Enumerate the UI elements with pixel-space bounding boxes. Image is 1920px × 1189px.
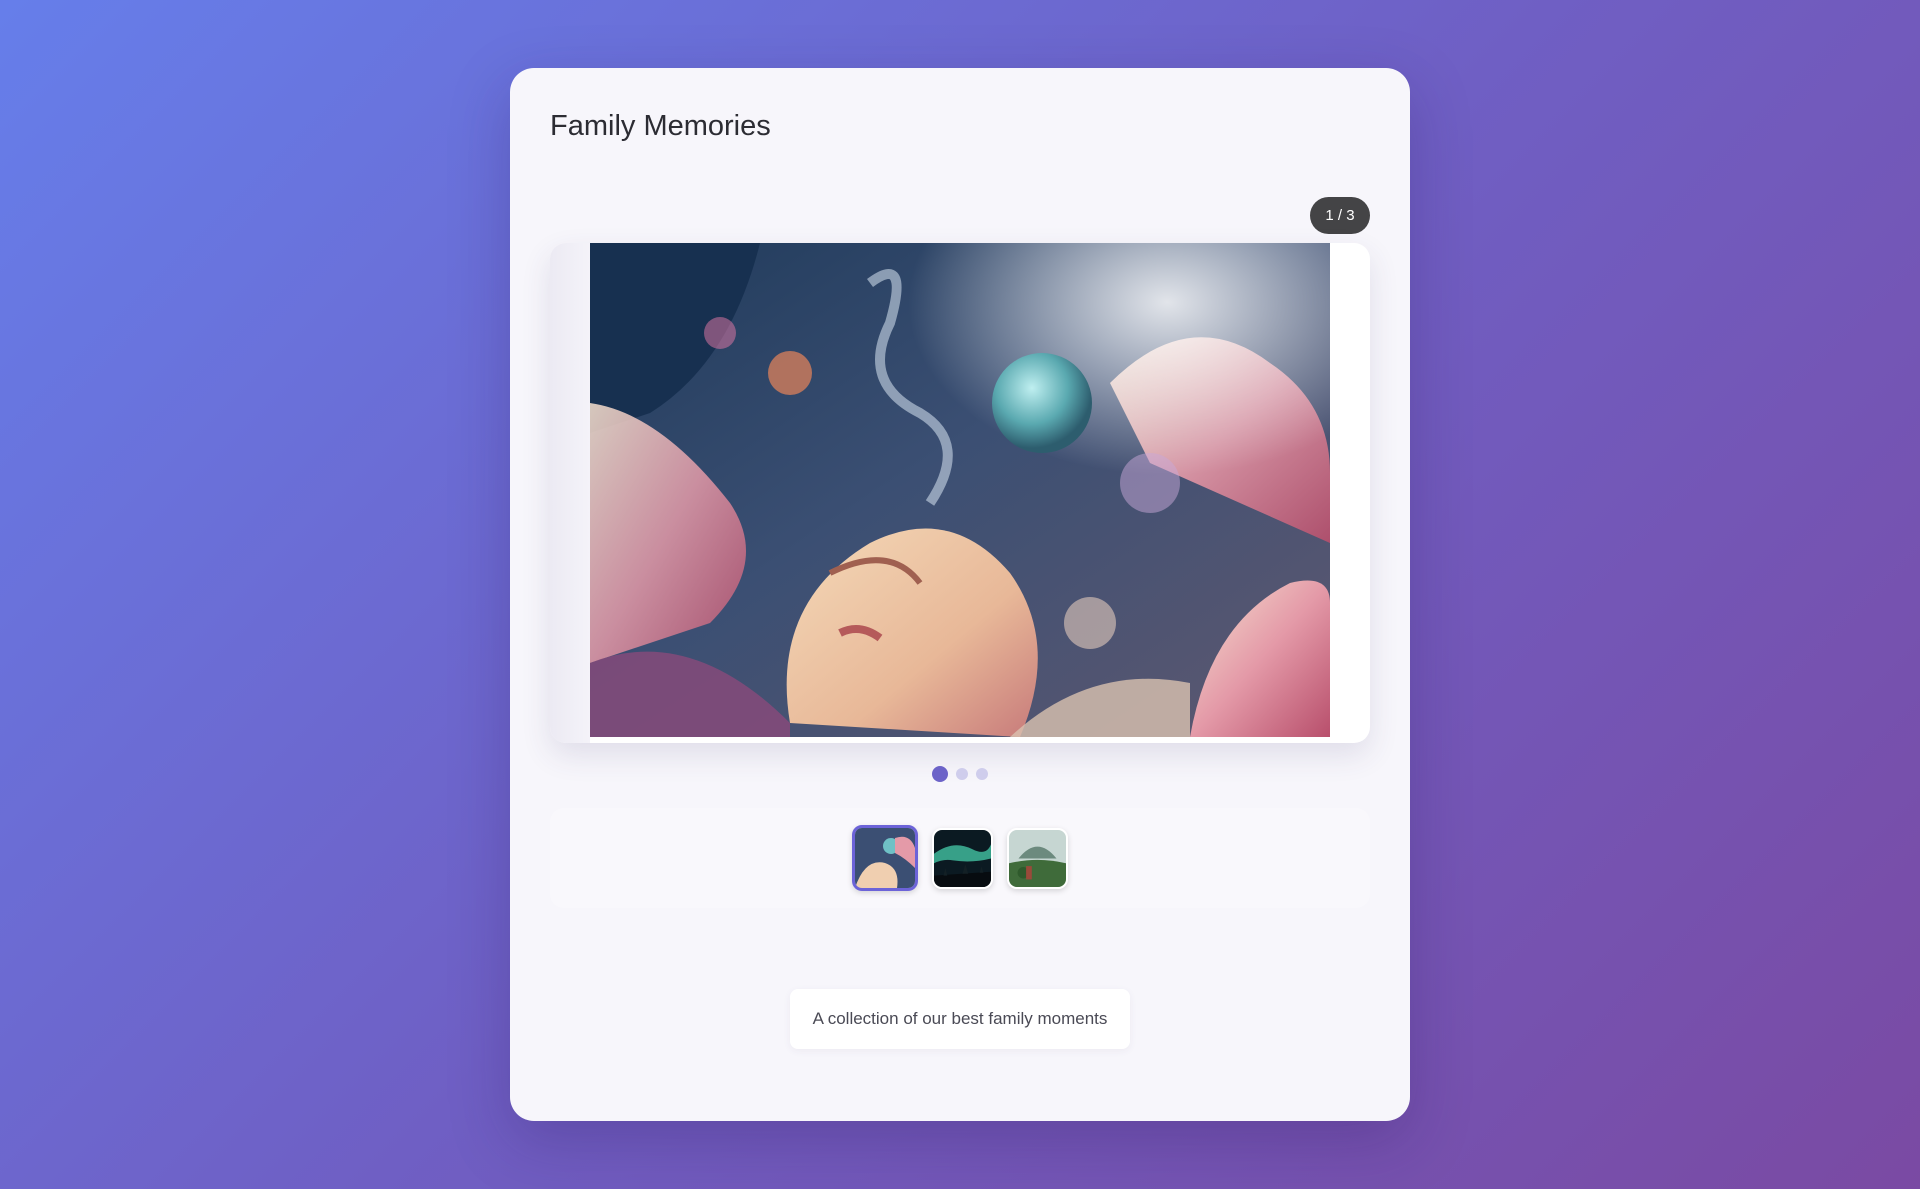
thumbnail-2-image [934, 829, 991, 887]
thumbnail-strip [550, 808, 1370, 908]
viewer-edge [550, 243, 590, 743]
thumbnail-3[interactable] [1007, 827, 1068, 889]
image-viewer[interactable] [550, 243, 1370, 743]
main-image-artwork [590, 243, 1330, 737]
thumbnail-1[interactable] [852, 825, 918, 891]
gallery-card: Family Memories 1 / 3 A collection of ou… [510, 68, 1410, 1121]
pagination-dots [510, 766, 1410, 782]
pagination-dot-1[interactable] [932, 766, 948, 782]
main-image [590, 243, 1330, 737]
thumbnail-2[interactable] [932, 827, 993, 889]
page-title: Family Memories [550, 110, 771, 142]
pagination-dot-3[interactable] [976, 768, 988, 780]
image-counter-badge: 1 / 3 [1310, 197, 1370, 234]
gallery-caption: A collection of our best family moments [790, 989, 1130, 1049]
thumbnail-3-image [1009, 829, 1066, 887]
thumbnail-1-image [855, 828, 915, 888]
pagination-dot-2[interactable] [956, 768, 968, 780]
